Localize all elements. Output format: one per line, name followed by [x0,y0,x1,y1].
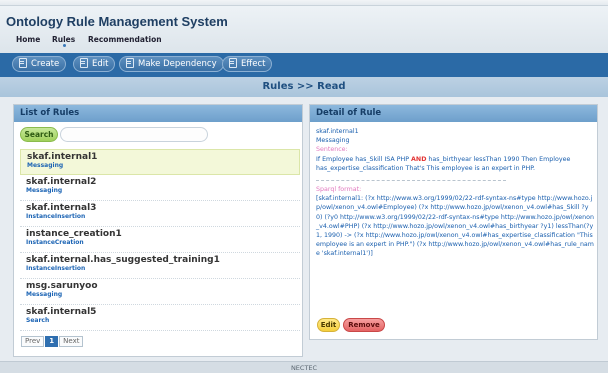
app-title: Ontology Rule Management System [6,14,228,29]
rule-detail-panel: Detail of Rule skaf.internal1 Messaging … [309,104,598,340]
main-nav: Home Rules Recommendation [0,30,608,50]
edit-rule-button[interactable]: Edit [73,56,116,72]
rule-list-item[interactable]: skaf.internal5 Search [20,305,300,331]
rule-list-item[interactable]: skaf.internal3 InstanceInsertion [20,201,300,227]
active-nav-indicator [63,44,66,47]
divider [316,180,506,182]
make-dependency-button-label: Make Dependency [138,59,217,69]
detail-rule-category: Messaging [316,137,350,145]
page-1-button[interactable]: 1 [45,336,59,347]
rule-category: InstanceCreation [26,239,84,246]
effect-button[interactable]: Effect [222,56,273,72]
rule-name: skaf.internal2 [26,177,97,187]
create-button-label: Create [31,59,60,69]
rule-name: skaf.internal1 [27,152,98,162]
rule-name: skaf.internal3 [26,203,97,213]
effect-button-label: Effect [241,59,266,69]
create-button[interactable]: Create [12,56,67,72]
search-bar: Search [20,127,300,143]
search-input[interactable] [60,127,208,142]
sentence-part: If Employee has_Skill ISA PHP [316,155,412,163]
search-button[interactable]: Search [20,127,58,142]
edit-button[interactable]: Edit [317,318,340,332]
rule-category: InstanceInsertion [26,265,86,272]
remove-button[interactable]: Remove [343,318,385,332]
rule-list-item[interactable]: skaf.internal2 Messaging [20,175,300,201]
detail-rule-name: skaf.internal1 [316,128,359,135]
prev-page-button[interactable]: Prev [21,336,45,347]
rule-category: InstanceInsertion [26,213,86,220]
breadcrumb: Rules >> Read [0,77,608,97]
document-icon [125,58,134,68]
nav-recommendation[interactable]: Recommendation [88,35,162,44]
sentence-label: Sentence: [316,146,348,154]
document-icon [18,58,27,68]
rule-list-title: List of Rules [14,105,302,122]
document-icon [228,58,237,68]
document-icon [79,58,88,68]
sparql-text: [skaf.internal1: (?x http://www.w3.org/1… [316,195,595,258]
rule-category: Messaging [26,291,63,298]
make-dependency-button[interactable]: Make Dependency [119,56,224,72]
sparql-label: Sparql format: [316,186,362,194]
nav-home[interactable]: Home [16,35,40,44]
rule-category: Messaging [26,187,63,194]
rule-name: instance_creation1 [26,229,122,239]
edit-button-label: Edit [92,59,109,69]
sentence-keyword: AND [411,155,427,163]
next-page-button[interactable]: Next [59,336,84,347]
rule-list-item[interactable]: instance_creation1 InstanceCreation [20,227,300,253]
pagination: Prev 1 Next [21,336,84,348]
rule-list: skaf.internal1 Messaging skaf.internal2 Mes… [20,149,300,331]
toolbar: Create Edit Make Dependency Effect [0,53,608,77]
footer: NECTEC [0,361,608,373]
nav-rules[interactable]: Rules [52,35,75,44]
rule-list-item[interactable]: skaf.internal1 Messaging [20,149,300,175]
rule-list-panel: List of Rules Search skaf.internal1 Messa… [13,104,303,357]
rule-list-item[interactable]: msg.sarunyoo Messaging [20,279,300,305]
rule-sentence: If Employee has_Skill ISA PHP AND has_bi… [316,155,594,173]
rule-list-item[interactable]: skaf.internal.has_suggested_training1 Ins… [20,253,300,279]
rule-detail: skaf.internal1 Messaging Sentence: If Em… [316,127,594,259]
rule-name: msg.sarunyoo [26,281,98,291]
rule-category: Messaging [27,162,64,169]
rule-name: skaf.internal5 [26,307,97,317]
rule-category: Search [26,317,50,324]
rule-detail-title: Detail of Rule [310,105,597,122]
rule-name: skaf.internal.has_suggested_training1 [26,255,220,265]
